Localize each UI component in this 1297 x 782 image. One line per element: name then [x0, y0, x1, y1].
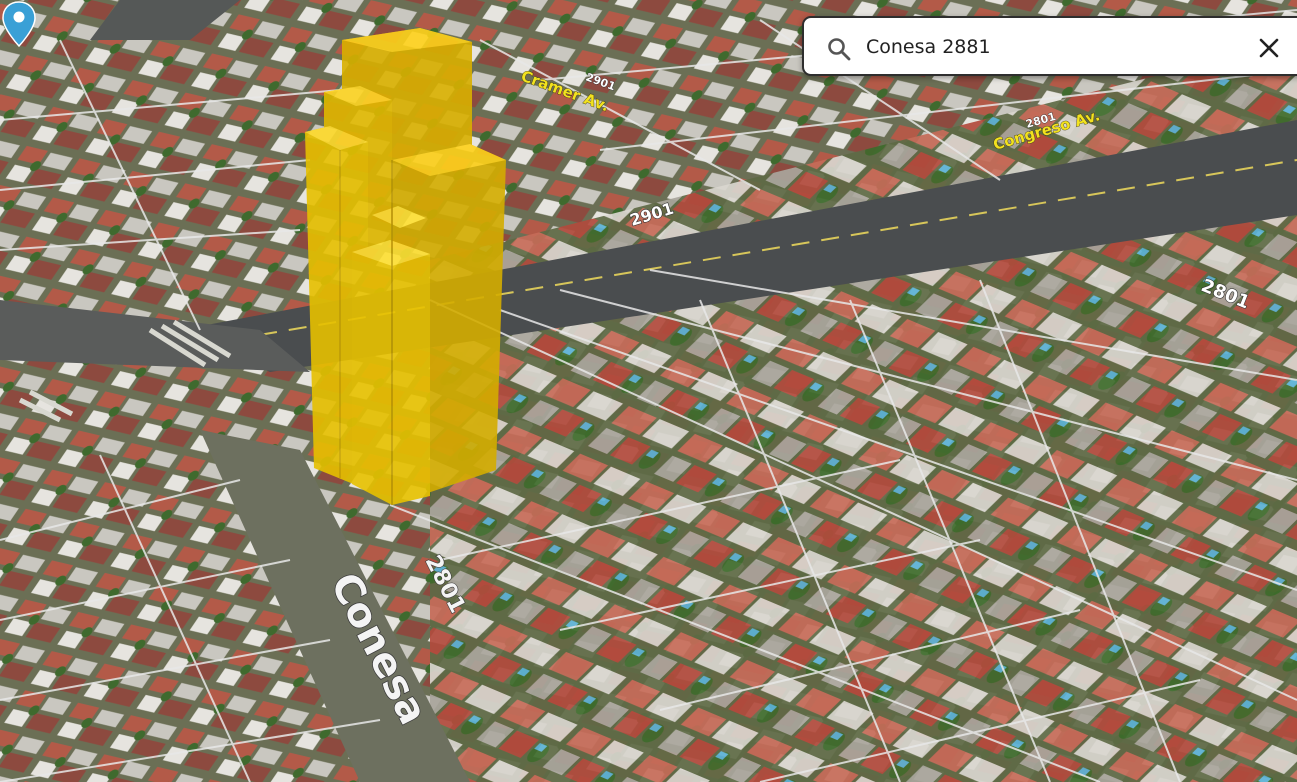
search-icon[interactable]	[826, 36, 852, 62]
map-pin-icon[interactable]	[0, 0, 38, 48]
clear-search-button[interactable]	[1254, 33, 1284, 63]
map-view[interactable]: Cramer Av. 2901 Congreso Av. 2801 2901 2…	[0, 0, 1297, 782]
search-input[interactable]	[866, 30, 1226, 64]
satellite-3d-scene: Cramer Av. 2901 Congreso Av. 2801 2901 2…	[0, 0, 1297, 782]
close-icon	[1259, 38, 1279, 58]
search-bar	[802, 16, 1297, 76]
